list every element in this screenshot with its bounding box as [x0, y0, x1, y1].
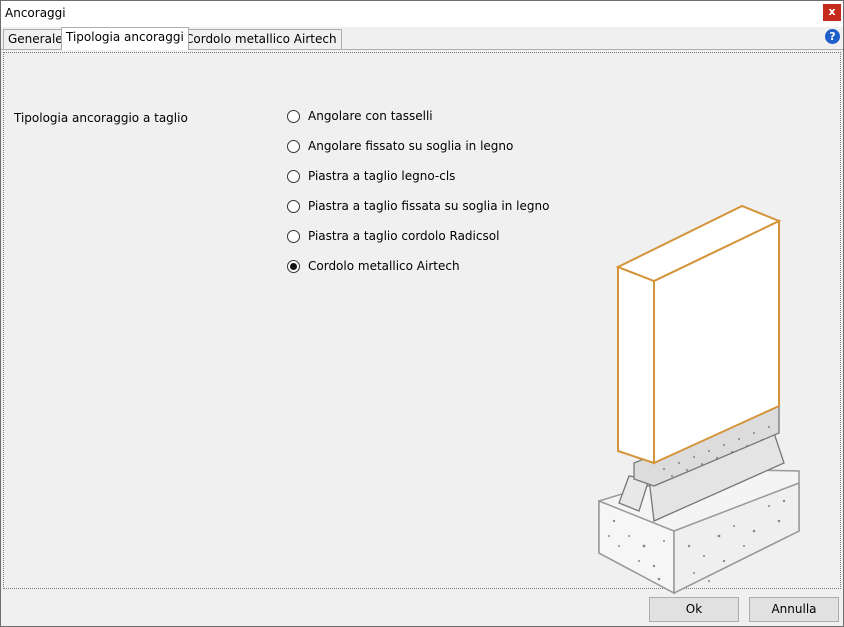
- radio-button-selected[interactable]: [287, 259, 300, 273]
- shear-anchor-type-label: Tipologia ancoraggio a taglio: [14, 111, 188, 125]
- option-label: Piastra a taglio fissata su soglia in le…: [308, 199, 550, 213]
- help-icon[interactable]: ?: [825, 29, 840, 44]
- radio-button[interactable]: [287, 199, 300, 213]
- cancel-button[interactable]: Annulla: [749, 597, 839, 622]
- tab-tipologia-ancoraggi[interactable]: Tipologia ancoraggi: [61, 27, 189, 50]
- option-label: Angolare con tasselli: [308, 109, 433, 123]
- radio-button[interactable]: [287, 169, 300, 183]
- radio-button[interactable]: [287, 109, 300, 123]
- radio-button[interactable]: [287, 139, 300, 153]
- tab-panel: Tipologia ancoraggio a taglio Angolare c…: [3, 52, 841, 595]
- option-label: Piastra a taglio cordolo Radicsol: [308, 229, 500, 243]
- tab-cordolo-metallico-airtech[interactable]: Cordolo metallico Airtech: [180, 29, 342, 49]
- option-piastra-soglia-legno[interactable]: Piastra a taglio fissata su soglia in le…: [287, 198, 549, 214]
- tab-generale[interactable]: Generale: [3, 29, 68, 49]
- airtech-anchor-illustration: [598, 204, 800, 595]
- tab-strip: Generale Tipologia ancoraggi Cordolo met…: [3, 27, 841, 50]
- ok-button[interactable]: Ok: [649, 597, 739, 622]
- wall-panel-front: [617, 265, 655, 465]
- option-cordolo-metallico-airtech[interactable]: Cordolo metallico Airtech: [287, 258, 460, 274]
- option-piastra-legno-cls[interactable]: Piastra a taglio legno-cls: [287, 168, 455, 184]
- window-title: Ancoraggi: [5, 6, 66, 20]
- option-label: Cordolo metallico Airtech: [308, 259, 460, 273]
- option-angolare-con-tasselli[interactable]: Angolare con tasselli: [287, 108, 433, 124]
- option-angolare-soglia-legno[interactable]: Angolare fissato su soglia in legno: [287, 138, 513, 154]
- option-label: Piastra a taglio legno-cls: [308, 169, 456, 183]
- option-label: Angolare fissato su soglia in legno: [308, 139, 514, 153]
- title-bar: Ancoraggi x: [1, 1, 843, 27]
- close-button[interactable]: x: [823, 4, 841, 21]
- dialog-window: Ancoraggi x Generale Tipologia ancoraggi…: [0, 0, 844, 627]
- option-piastra-cordolo-radicsol[interactable]: Piastra a taglio cordolo Radicsol: [287, 228, 499, 244]
- radio-button[interactable]: [287, 229, 300, 243]
